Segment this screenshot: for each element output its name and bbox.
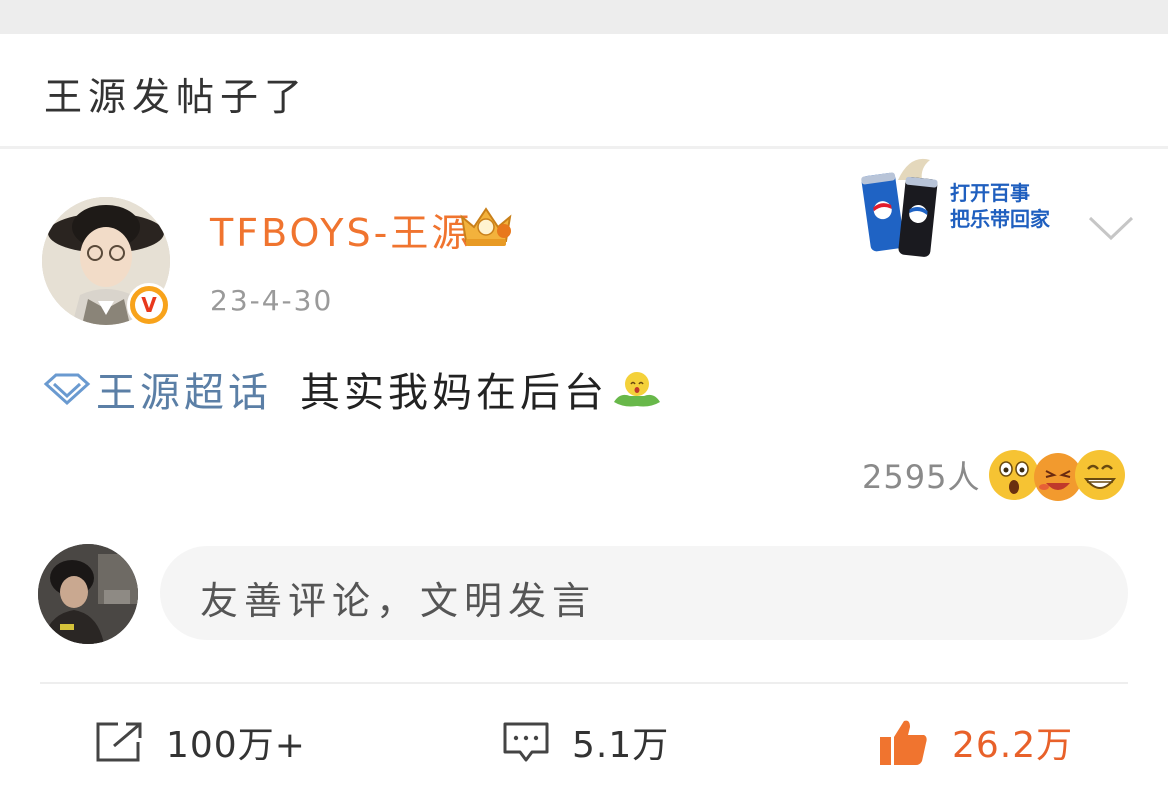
page-title: 王源发帖子了 xyxy=(44,75,309,119)
ad-slogan-line1: 打开百事 xyxy=(950,181,1030,205)
post-text: 其实我妈在后台 xyxy=(300,370,608,416)
surprised-face-icon xyxy=(989,450,1039,500)
diamond-topic-icon xyxy=(43,373,91,406)
comment-button[interactable]: 5.1万 xyxy=(502,712,669,772)
repost-button[interactable]: 100万+ xyxy=(94,712,306,772)
grinning-face-icon xyxy=(1075,450,1125,500)
comment-count: 5.1万 xyxy=(572,725,670,766)
topic-link[interactable]: 王源超话 xyxy=(96,360,272,418)
repost-count: 100万+ xyxy=(166,725,306,766)
verified-badge: V xyxy=(127,283,171,327)
reaction-emojis[interactable] xyxy=(986,447,1128,503)
post-content: 王源超话 其实我妈在后台 xyxy=(42,362,664,416)
share-icon xyxy=(96,722,142,762)
laughing-face-icon xyxy=(1034,453,1082,501)
thumbs-up-icon xyxy=(880,720,927,765)
ad-slogan-line2: 把乐带回家 xyxy=(950,207,1050,231)
page-header: 王源发帖子了 xyxy=(0,34,1168,149)
crown-badge-icon xyxy=(460,207,512,246)
hug-emoji-icon xyxy=(614,372,660,407)
verified-v-icon: V xyxy=(135,291,163,319)
comment-placeholder: 友善评论，文明发言 xyxy=(200,579,597,623)
like-button[interactable]: 26.2万 xyxy=(878,712,1073,772)
divider xyxy=(40,682,1128,684)
comment-icon xyxy=(503,722,549,762)
post-timestamp: 23-4-30 xyxy=(210,284,334,317)
chevron-down-icon[interactable] xyxy=(1086,210,1136,246)
like-count: 26.2万 xyxy=(952,725,1074,766)
user-photo xyxy=(38,544,138,644)
reactions-count[interactable]: 2595人 xyxy=(862,452,980,498)
comment-input[interactable]: 友善评论，文明发言 xyxy=(160,546,1128,640)
author-name[interactable]: TFBOYS-王源 xyxy=(210,202,472,257)
top-strip xyxy=(0,0,1168,34)
user-avatar[interactable] xyxy=(38,544,138,644)
ad-slogan[interactable]: 打开百事 把乐带回家 xyxy=(950,180,1060,232)
